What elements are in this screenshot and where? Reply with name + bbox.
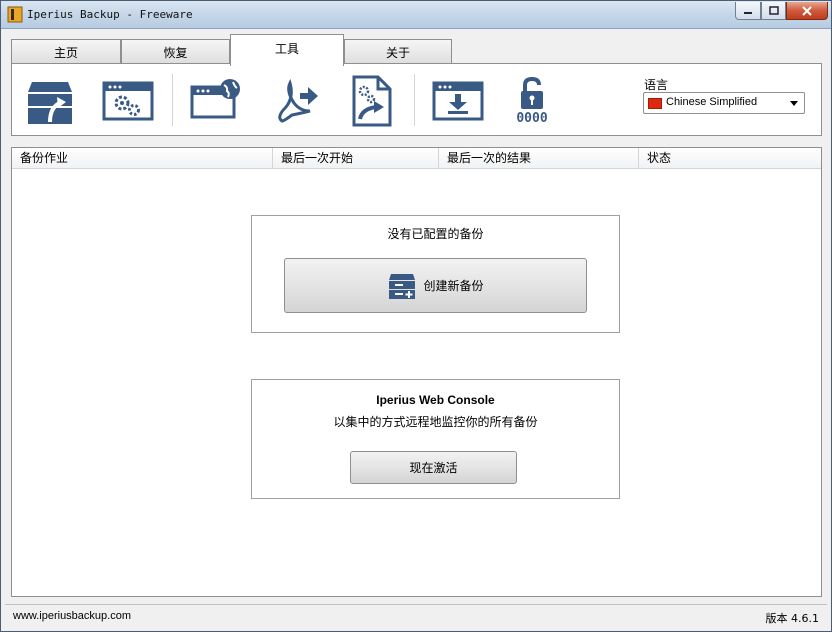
tab-about[interactable]: 关于 <box>344 39 452 66</box>
window-globe-icon <box>190 79 240 119</box>
toolbar-separator <box>172 74 173 126</box>
tool-restore-button[interactable] <box>22 74 78 128</box>
china-flag-icon <box>648 98 662 109</box>
web-console-subtitle: 以集中的方式远程地监控你的所有备份 <box>333 415 538 429</box>
web-console-panel: Iperius Web Console 以集中的方式远程地监控你的所有备份 现在… <box>251 379 620 499</box>
tab-home[interactable]: 主页 <box>11 39 121 66</box>
restore-archive-icon <box>28 82 72 124</box>
client-area: 主页 恢复 工具 关于 0000 语言 Chinese Simplified 备… <box>5 30 827 628</box>
lock-caption: 0000 <box>516 111 548 126</box>
tab-restore[interactable]: 恢复 <box>121 39 230 66</box>
column-header-job[interactable]: 备份作业 <box>12 148 272 169</box>
tool-web-button[interactable] <box>188 74 244 128</box>
version-label: 版本 4.6.1 <box>765 612 820 625</box>
create-backup-label: 创建新备份 <box>423 279 484 293</box>
document-settings-export-icon <box>352 75 392 127</box>
window-download-icon <box>432 81 484 121</box>
maximize-icon <box>768 6 779 15</box>
no-backup-message: 没有已配置的备份 <box>387 227 484 241</box>
column-header-status[interactable]: 状态 <box>638 148 821 169</box>
tool-export-settings-button[interactable] <box>344 74 400 128</box>
close-button[interactable] <box>786 2 828 20</box>
chevron-down-icon <box>790 101 798 106</box>
tool-pdf-button[interactable] <box>266 74 322 128</box>
no-backup-panel: 没有已配置的备份 创建新备份 <box>251 215 620 333</box>
tools-panel: 0000 语言 Chinese Simplified <box>11 63 822 136</box>
toolbar-separator <box>414 74 415 126</box>
web-console-title: Iperius Web Console <box>376 393 495 407</box>
backup-jobs-list: 备份作业 最后一次开始 最后一次的结果 状态 没有已配置的备份 创建新备份 Ip… <box>11 147 822 597</box>
main-tabs: 主页 恢复 工具 关于 <box>11 34 611 66</box>
status-bar: www.iperiusbackup.com 版本 4.6.1 <box>5 604 827 628</box>
close-icon <box>802 5 812 16</box>
tool-password-button[interactable]: 0000 <box>504 74 560 128</box>
app-icon <box>7 6 23 23</box>
column-header-last-result[interactable]: 最后一次的结果 <box>438 148 638 169</box>
activate-now-label: 现在激活 <box>409 461 458 475</box>
new-backup-icon <box>389 273 416 299</box>
title-bar[interactable]: Iperius Backup - Freeware <box>1 1 831 29</box>
language-label: 语言 <box>644 78 669 92</box>
list-header: 备份作业 最后一次开始 最后一次的结果 状态 <box>12 148 821 169</box>
activate-now-button[interactable]: 现在激活 <box>350 451 517 484</box>
minimize-icon <box>744 11 752 14</box>
minimize-button[interactable] <box>735 2 761 20</box>
app-window: Iperius Backup - Freeware 主页 恢复 工具 关于 00… <box>0 0 832 632</box>
tab-tools[interactable]: 工具 <box>230 34 344 66</box>
tool-settings-button[interactable] <box>100 74 156 128</box>
maximize-button[interactable] <box>761 2 786 20</box>
language-value: Chinese Simplified <box>666 96 758 108</box>
lock-password-icon <box>521 77 543 109</box>
pdf-export-icon <box>278 78 318 123</box>
tool-download-button[interactable] <box>430 74 486 128</box>
create-backup-button[interactable]: 创建新备份 <box>284 258 587 313</box>
language-select[interactable]: Chinese Simplified <box>643 92 805 114</box>
website-link[interactable]: www.iperiusbackup.com <box>13 610 131 622</box>
column-header-last-start[interactable]: 最后一次开始 <box>272 148 438 169</box>
window-title: Iperius Backup - Freeware <box>27 8 193 21</box>
window-settings-icon <box>102 81 154 121</box>
